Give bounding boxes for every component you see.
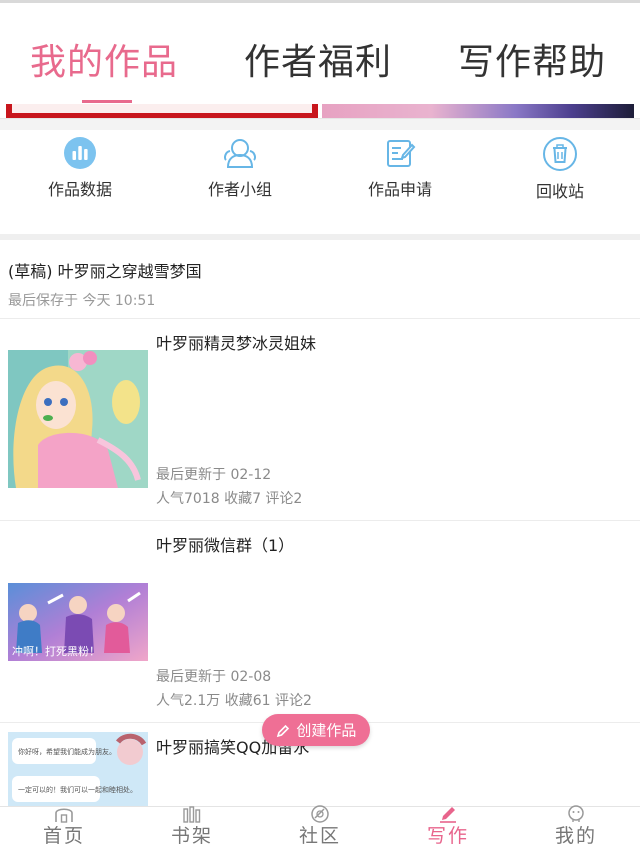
bookshelf-icon — [183, 806, 201, 823]
edit-document-icon — [387, 140, 416, 167]
create-work-button[interactable]: 创建作品 — [262, 714, 370, 746]
nav-mine[interactable]: 我的 — [512, 805, 640, 854]
work-updated: 最后更新于 02-08 — [156, 669, 272, 685]
work-title: 叶罗丽微信群（1） — [156, 536, 295, 555]
work-cover — [8, 350, 148, 488]
work-title: 叶罗丽精灵梦冰灵姐妹 — [156, 334, 317, 353]
tool-label: 作品数据 — [47, 180, 112, 199]
nav-community[interactable]: 社区 — [256, 805, 384, 854]
work-item[interactable]: 冲啊！打死黑粉！ 叶罗丽微信群（1） 最后更新于 02-08 人气2.1万 收藏… — [0, 520, 640, 722]
trash-icon — [543, 137, 577, 171]
tab-my-works[interactable]: 我的作品 — [30, 40, 178, 86]
work-cover: 你好呀，希望我们能成为朋友。 一定可以的！我们可以一起和睦相处。 — [8, 732, 148, 806]
cover-illustration: 你好呀，希望我们能成为朋友。 一定可以的！我们可以一起和睦相处。 — [8, 732, 148, 806]
bar-chart-icon — [64, 137, 96, 169]
author-tools: 作品数据 作者小组 作品申请 回收站 — [0, 130, 640, 234]
draft-item[interactable]: (草稿) 叶罗丽之穿越雪梦国 最后保存于 今天 10:51 — [0, 240, 640, 318]
nav-label: 首页 — [42, 825, 85, 847]
status-bar-edge — [0, 0, 640, 3]
tool-work-data[interactable]: 作品数据 — [20, 136, 140, 200]
tool-author-group[interactable]: 作者小组 — [180, 136, 300, 200]
cover-illustration — [8, 350, 148, 488]
nav-label: 书架 — [170, 825, 213, 847]
tab-author-benefits[interactable]: 作者福利 — [244, 40, 392, 86]
tab-writing-help[interactable]: 写作帮助 — [458, 40, 606, 86]
nav-label: 我的 — [554, 825, 597, 847]
work-stats: 人气7018 收藏7 评论2 — [156, 491, 303, 507]
bottom-nav: 首页 书架 社区 写作 我的 — [0, 805, 640, 854]
banner-image-left[interactable] — [6, 104, 318, 118]
work-cover: 冲啊！打死黑粉！ — [8, 583, 148, 661]
chat-bubble-text: 你好呀，希望我们能成为朋友。 — [18, 747, 116, 756]
work-stats: 人气2.1万 收藏61 评论2 — [156, 693, 312, 709]
home-icon — [55, 808, 73, 823]
top-tabs: 我的作品 作者福利 写作帮助 — [0, 18, 640, 104]
group-icon — [224, 139, 256, 168]
active-tab-indicator — [82, 100, 132, 103]
chat-bubble-text: 一定可以的！我们可以一起和睦相处。 — [18, 785, 137, 794]
tool-work-application[interactable]: 作品申请 — [340, 136, 460, 200]
work-updated: 最后更新于 02-12 — [156, 467, 272, 483]
pen-icon — [440, 807, 456, 823]
tool-label: 作品申请 — [367, 180, 432, 199]
work-item[interactable]: 叶罗丽精灵梦冰灵姐妹 最后更新于 02-12 人气7018 收藏7 评论2 — [0, 318, 640, 520]
banner-carousel[interactable] — [0, 104, 640, 118]
draft-saved-time: 最后保存于 今天 10:51 — [8, 293, 156, 309]
tool-label: 作者小组 — [207, 180, 272, 199]
pencil-icon — [276, 724, 289, 737]
cover-illustration: 冲啊！打死黑粉！ — [8, 583, 148, 661]
nav-home[interactable]: 首页 — [0, 807, 128, 854]
cover-caption: 冲啊！打死黑粉！ — [12, 644, 100, 658]
draft-title: (草稿) 叶罗丽之穿越雪梦国 — [8, 262, 202, 281]
profile-icon — [568, 805, 584, 822]
create-work-label: 创建作品 — [296, 721, 357, 740]
tool-label: 回收站 — [535, 182, 584, 201]
nav-label: 写作 — [426, 825, 469, 847]
nav-bookshelf[interactable]: 书架 — [128, 806, 256, 854]
banner-image-right[interactable] — [322, 104, 634, 118]
nav-label: 社区 — [298, 825, 341, 847]
community-icon — [311, 805, 329, 823]
tool-recycle-bin[interactable]: 回收站 — [500, 136, 620, 202]
nav-write[interactable]: 写作 — [384, 807, 512, 854]
